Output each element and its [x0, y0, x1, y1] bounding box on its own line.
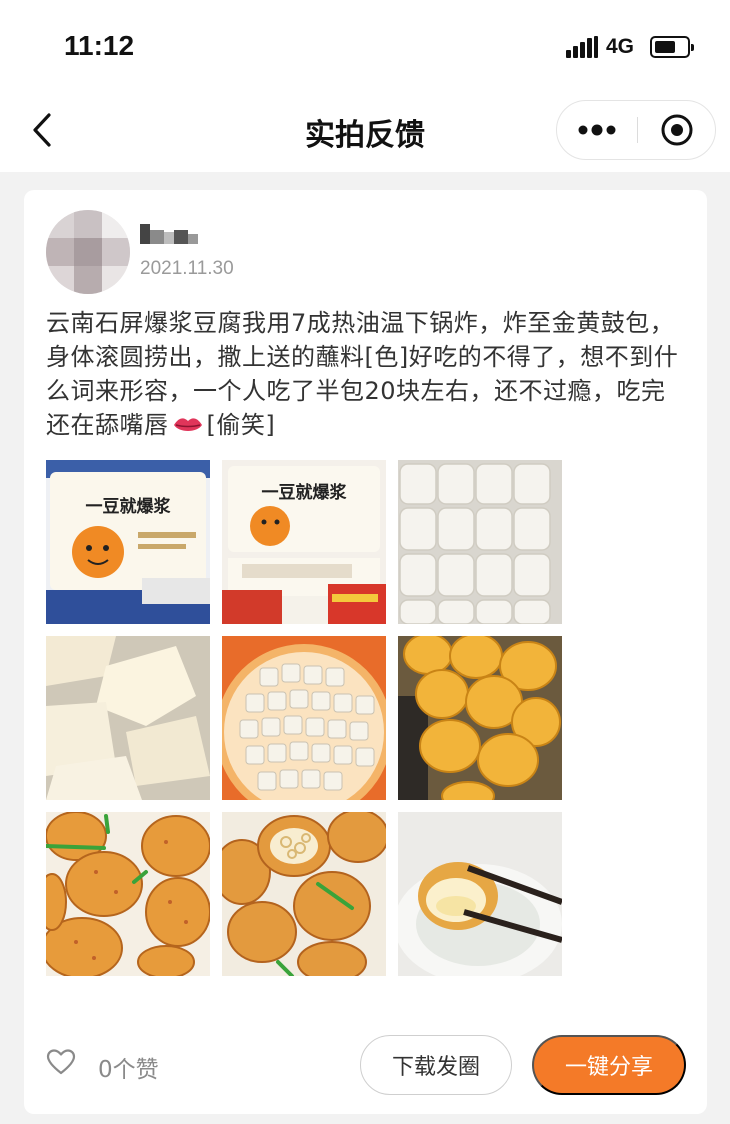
status-bar: 11:12 4G — [0, 0, 730, 90]
post-date: 2021.11.30 — [140, 258, 234, 279]
close-button[interactable] — [638, 101, 716, 159]
photo-fried-tofu-balls[interactable] — [398, 636, 562, 800]
network-type: 4G — [606, 35, 635, 58]
battery-icon — [650, 36, 694, 58]
photo-package-2[interactable]: 一豆就爆浆 — [222, 460, 386, 624]
nav-bar: 实拍反馈 — [0, 90, 730, 172]
download-to-moments-button[interactable]: 下载发圈 — [360, 1035, 512, 1095]
battery-fill — [655, 41, 675, 53]
package-text-1: 一豆就爆浆 — [86, 496, 172, 517]
post-text: 云南石屏爆浆豆腐我用7成热油温下锅炸，炸至金黄鼓包，身体滚圆捞出，撒上送的蘸料[… — [46, 306, 686, 442]
target-close-icon — [661, 114, 693, 146]
post-text-emoji-tag: [偷笑] — [206, 411, 276, 439]
post-card: 2021.11.30 云南石屏爆浆豆腐我用7成热油温下锅炸，炸至金黄鼓包，身体滚… — [24, 190, 707, 1114]
photo-seasoned-fried-tofu[interactable] — [46, 812, 210, 976]
username-pixelated — [138, 216, 202, 248]
one-click-share-button[interactable]: 一键分享 — [532, 1035, 686, 1095]
photo-raw-tofu-closeup[interactable] — [46, 636, 210, 800]
package-text-2: 一豆就爆浆 — [262, 482, 348, 503]
status-time: 11:12 — [64, 30, 135, 61]
photo-package-1[interactable]: 一豆就爆浆 — [46, 460, 210, 624]
signal-icon — [566, 36, 598, 58]
more-button[interactable] — [557, 101, 637, 159]
photo-tofu-cubes-plate[interactable] — [222, 636, 386, 800]
more-dots-icon — [578, 124, 616, 136]
avatar[interactable] — [46, 210, 130, 294]
avatar-image — [46, 210, 130, 294]
photo-raw-tofu-tray[interactable] — [398, 460, 562, 624]
heart-outline-icon[interactable] — [46, 1048, 76, 1076]
photo-seasoned-fried-tofu-cut[interactable] — [222, 812, 386, 976]
post-text-main: 云南石屏爆浆豆腐我用7成热油温下锅炸，炸至金黄鼓包，身体滚圆捞出，撒上送的蘸料[… — [46, 309, 679, 439]
like-count: 0个赞 — [98, 1057, 159, 1083]
lips-icon — [173, 418, 202, 431]
photo-grid: 一豆就爆浆 一豆就爆浆 — [46, 460, 566, 976]
mini-program-capsule — [556, 100, 716, 160]
photo-tofu-with-chopsticks[interactable] — [398, 812, 562, 976]
